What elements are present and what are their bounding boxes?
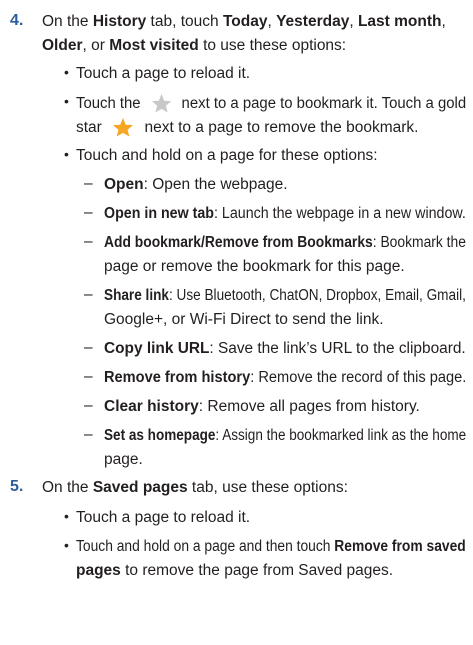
option-open-new-tab: Open in new tab: Launch the webpage in a… xyxy=(104,205,466,222)
bullet-mark: • xyxy=(64,537,69,553)
option-set-as-homepage-cont: page. xyxy=(104,451,143,468)
step-number: 4. xyxy=(10,12,24,29)
step-5-line-1: On the Saved pages tab, use these option… xyxy=(42,479,348,496)
star-gold-icon xyxy=(112,117,134,137)
option-set-as-homepage: Set as homepage: Assign the bookmarked l… xyxy=(104,427,467,444)
step-4-line-2: Older, or Most visited to use these opti… xyxy=(42,37,347,54)
dash-mark: – xyxy=(84,426,93,443)
bullet-mark: • xyxy=(64,508,69,524)
option-open: Open: Open the webpage. xyxy=(104,176,288,193)
option-add-bookmark: Add bookmark/Remove from Bookmarks: Book… xyxy=(104,234,466,251)
bullet-text: Touch a page to reload it. xyxy=(76,509,251,526)
bullet-text: Touch and hold on a page for these optio… xyxy=(76,147,378,164)
bullet-text-continued: pages to remove the page from Saved page… xyxy=(76,562,394,579)
option-remove-from-history: Remove from history: Remove the record o… xyxy=(104,369,467,386)
step-number: 5. xyxy=(10,478,24,495)
step-4-line-1: On the History tab, touch Today, Yesterd… xyxy=(42,13,446,30)
option-share-link: Share link: Use Bluetooth, ChatON, Dropb… xyxy=(104,287,466,304)
dash-mark: – xyxy=(84,175,93,192)
bullet-text: Touch the next to a page to bookmark it.… xyxy=(76,93,467,113)
dash-mark: – xyxy=(84,233,93,250)
dash-mark: – xyxy=(84,397,93,414)
bullet-mark: • xyxy=(64,146,69,162)
option-share-link-cont: Google+, or Wi-Fi Direct to send the lin… xyxy=(104,311,384,328)
bullet-mark: • xyxy=(64,64,69,80)
option-clear-history: Clear history: Remove all pages from his… xyxy=(104,398,420,415)
option-add-bookmark-cont: page or remove the bookmark for this pag… xyxy=(104,258,405,275)
bullet-text: Touch a page to reload it. xyxy=(76,65,251,82)
dash-mark: – xyxy=(84,286,93,303)
star-outline-icon xyxy=(151,93,172,113)
dash-mark: – xyxy=(84,368,93,385)
manual-page: 4. On the History tab, touch Today, Yest… xyxy=(0,0,473,645)
option-copy-link-url: Copy link URL: Save the link’s URL to th… xyxy=(104,340,466,357)
bullet-text-continued: star next to a page to remove the bookma… xyxy=(76,117,419,137)
dash-mark: – xyxy=(84,204,93,221)
dash-mark: – xyxy=(84,339,93,356)
bullet-mark: • xyxy=(64,93,69,109)
bullet-text: Touch and hold on a page and then touch … xyxy=(76,538,466,555)
